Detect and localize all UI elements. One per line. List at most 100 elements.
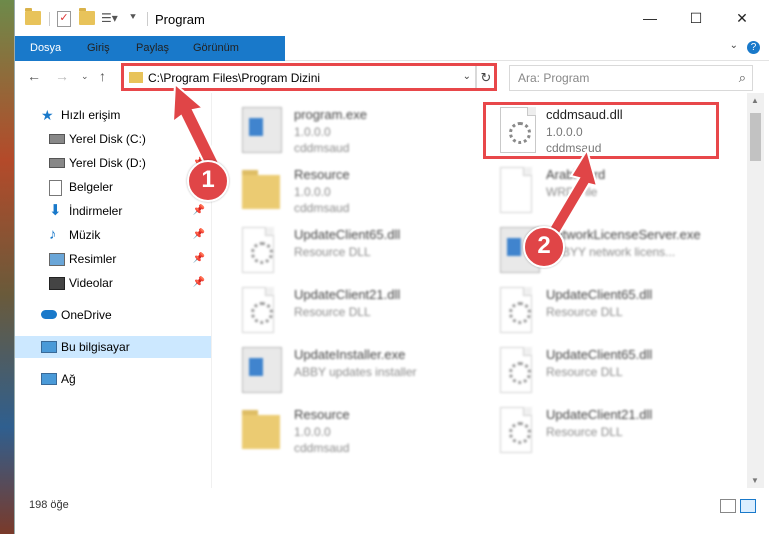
- sidebar-item-label: Hızlı erişim: [61, 108, 121, 122]
- details-view-icon[interactable]: [720, 499, 736, 513]
- search-input[interactable]: Ara: Program ⌕: [509, 65, 753, 91]
- step-2-badge: 2: [523, 226, 565, 268]
- ribbon-tabs: Dosya Giriş Paylaş Görünüm ⌄ ?: [15, 36, 769, 92]
- desktop-background-left: [0, 0, 14, 534]
- recent-locations-icon[interactable]: ⌄: [81, 71, 89, 82]
- file-item[interactable]: UpdateClient21.dll Resource DLL: [500, 405, 740, 461]
- dll-file-icon: [242, 287, 274, 333]
- sidebar-item-pictures[interactable]: Resimler 📌: [15, 248, 211, 270]
- file-description: ABBY updates installer: [294, 365, 417, 379]
- sidebar-item-label: Müzik: [69, 228, 101, 242]
- file-version: 1.0.0.0: [294, 185, 331, 199]
- file-name: program.exe: [294, 107, 367, 122]
- search-placeholder: Ara: Program: [518, 71, 590, 85]
- maximize-button[interactable]: ☐: [673, 0, 719, 36]
- file-highlight-box: [483, 102, 719, 159]
- step-1-badge: 1: [187, 160, 229, 202]
- tab-view[interactable]: Görünüm: [193, 36, 239, 60]
- file-item[interactable]: Arabic.grd WRD File: [500, 165, 740, 221]
- folder-icon: [242, 410, 280, 449]
- scroll-up-icon[interactable]: ▲: [751, 96, 759, 105]
- new-folder-icon[interactable]: [79, 8, 95, 25]
- sidebar-item-label: Yerel Disk (C:): [69, 132, 146, 146]
- exe-file-icon: [242, 107, 282, 153]
- file-version: 1.0.0.0: [294, 425, 331, 439]
- sidebar-item-network[interactable]: Ağ: [15, 368, 211, 390]
- file-item[interactable]: program.exe 1.0.0.0 cddmsaud: [242, 105, 482, 161]
- window-title: Program: [155, 12, 205, 27]
- sidebar-item-downloads[interactable]: ⬇ İndirmeler 📌: [15, 200, 211, 222]
- file-name: Resource: [294, 167, 350, 182]
- sidebar-item-local-disk-c[interactable]: Yerel Disk (C:) 📌: [15, 128, 211, 150]
- scroll-down-icon[interactable]: ▼: [751, 476, 759, 485]
- file-description: Resource DLL: [294, 245, 371, 259]
- sidebar-item-this-pc[interactable]: Bu bilgisayar: [15, 336, 211, 358]
- file-type: WRD File: [546, 185, 598, 199]
- file-description: ABBYY network licens...: [546, 245, 676, 259]
- gear-icon: [251, 242, 273, 264]
- download-icon: ⬇: [49, 202, 62, 219]
- file-name: NetworkLicenseServer.exe: [546, 227, 701, 242]
- file-item[interactable]: UpdateClient65.dll Resource DLL: [500, 345, 740, 401]
- search-icon[interactable]: ⌕: [739, 70, 746, 86]
- ribbon-expand-icon[interactable]: ⌄: [730, 40, 738, 51]
- minimize-button[interactable]: —: [627, 0, 673, 36]
- file-item[interactable]: UpdateClient21.dll Resource DLL: [242, 285, 482, 341]
- file-name: UpdateClient65.dll: [546, 347, 653, 362]
- item-count: 198 öğe: [29, 499, 69, 511]
- document-file-icon: [500, 167, 532, 213]
- sidebar-item-label: Resimler: [69, 252, 117, 266]
- forward-arrow-icon[interactable]: →: [55, 68, 69, 84]
- properties-icon[interactable]: ✓: [57, 11, 71, 27]
- dll-file-icon: [500, 407, 532, 453]
- pictures-icon: [49, 253, 65, 266]
- file-item[interactable]: UpdateClient65.dll Resource DLL: [242, 225, 482, 281]
- file-name: UpdateClient21.dll: [546, 407, 653, 422]
- file-item[interactable]: UpdateClient65.dll Resource DLL: [500, 285, 740, 341]
- pin-icon[interactable]: 📌: [193, 200, 205, 222]
- title-bar: ✓ ☰▾ ⯆ Program — ☐ ✕: [15, 0, 769, 36]
- dll-file-icon: [242, 227, 274, 273]
- vertical-scrollbar[interactable]: ▲ ▼: [747, 93, 764, 488]
- drive-icon: [49, 158, 65, 168]
- navigation-bar: ← → ⌄ ↑ C:\Program Files\Program Dizini …: [15, 61, 769, 93]
- sidebar-item-documents[interactable]: Belgeler 📌: [15, 176, 211, 198]
- file-name: UpdateClient21.dll: [294, 287, 401, 302]
- sidebar-item-onedrive[interactable]: OneDrive: [15, 304, 211, 326]
- scroll-thumb[interactable]: [750, 113, 761, 161]
- help-icon[interactable]: ?: [747, 41, 760, 54]
- file-description: cddmsaud: [294, 141, 350, 155]
- file-item[interactable]: Resource 1.0.0.0 cddmsaud: [242, 165, 482, 221]
- sidebar-item-label: Belgeler: [69, 180, 114, 194]
- exe-file-icon: [242, 347, 282, 393]
- sidebar-item-local-disk-d[interactable]: Yerel Disk (D:) 📌: [15, 152, 211, 174]
- music-icon: ♪: [49, 226, 57, 243]
- sidebar-item-label: OneDrive: [61, 308, 112, 322]
- file-item[interactable]: UpdateInstaller.exe ABBY updates install…: [242, 345, 482, 401]
- pin-icon[interactable]: 📌: [193, 224, 205, 246]
- sidebar-item-quick-access[interactable]: ★ Hızlı erişim: [15, 104, 211, 126]
- videos-icon: [49, 277, 65, 290]
- file-item[interactable]: Resource 1.0.0.0 cddmsaud: [242, 405, 482, 461]
- separator: [49, 12, 50, 26]
- pin-icon[interactable]: 📌: [193, 128, 205, 150]
- close-button[interactable]: ✕: [719, 0, 765, 36]
- large-icons-view-icon[interactable]: [740, 499, 756, 513]
- up-arrow-icon[interactable]: ↑: [99, 68, 106, 84]
- tab-share[interactable]: Paylaş: [136, 36, 169, 60]
- back-arrow-icon[interactable]: ←: [27, 68, 41, 84]
- file-description: Resource DLL: [294, 305, 371, 319]
- dll-file-icon: [500, 347, 532, 393]
- explorer-window: ✓ ☰▾ ⯆ Program — ☐ ✕ Dosya Giriş Paylaş …: [14, 0, 769, 534]
- dropdown-arrow-icon[interactable]: ⯆: [129, 11, 145, 25]
- documents-icon: [49, 180, 62, 196]
- customize-icon[interactable]: ☰▾: [101, 11, 118, 25]
- pin-icon[interactable]: 📌: [193, 272, 205, 294]
- pin-icon[interactable]: 📌: [193, 248, 205, 270]
- separator: [147, 12, 148, 26]
- sidebar-item-videos[interactable]: Videolar 📌: [15, 272, 211, 294]
- sidebar-item-music[interactable]: ♪ Müzik 📌: [15, 224, 211, 246]
- folder-icon: [242, 170, 280, 209]
- file-name: Arabic.grd: [546, 167, 606, 182]
- tab-home[interactable]: Giriş: [87, 36, 110, 60]
